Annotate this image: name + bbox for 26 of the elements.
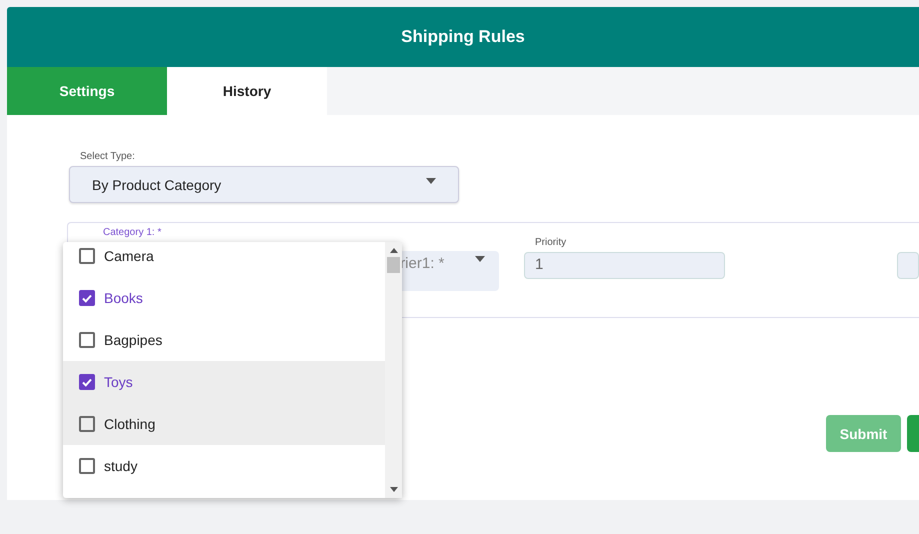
input-field[interactable] — [897, 252, 919, 279]
checkbox[interactable] — [79, 458, 95, 474]
checkbox[interactable] — [79, 332, 95, 348]
page-title: Shipping Rules — [401, 27, 525, 47]
category-option[interactable]: study — [63, 445, 385, 487]
checkbox[interactable] — [79, 374, 95, 390]
scrollbar[interactable] — [385, 242, 402, 498]
field-label: Category 1: * — [103, 227, 162, 238]
scroll-down-icon[interactable] — [390, 487, 398, 492]
scroll-thumb[interactable] — [387, 257, 400, 273]
check-icon — [81, 292, 93, 304]
category-option[interactable]: Bagpipes — [63, 319, 385, 361]
priority-field[interactable]: 1 — [524, 252, 725, 279]
type-select[interactable]: By Product Category — [69, 166, 459, 203]
scroll-up-icon[interactable] — [390, 248, 398, 253]
checkbox[interactable] — [79, 248, 95, 264]
field-label: Priority — [535, 237, 568, 248]
tab[interactable]: History — [167, 67, 327, 115]
checkbox[interactable] — [79, 416, 95, 432]
category-option[interactable]: Clothing — [63, 403, 385, 445]
check-icon — [81, 376, 93, 388]
checkbox[interactable] — [79, 290, 95, 306]
caret-icon — [475, 256, 485, 262]
field-label: Select Type: — [80, 151, 136, 162]
category-option[interactable]: Toys — [63, 361, 385, 403]
caret-icon — [426, 178, 436, 184]
